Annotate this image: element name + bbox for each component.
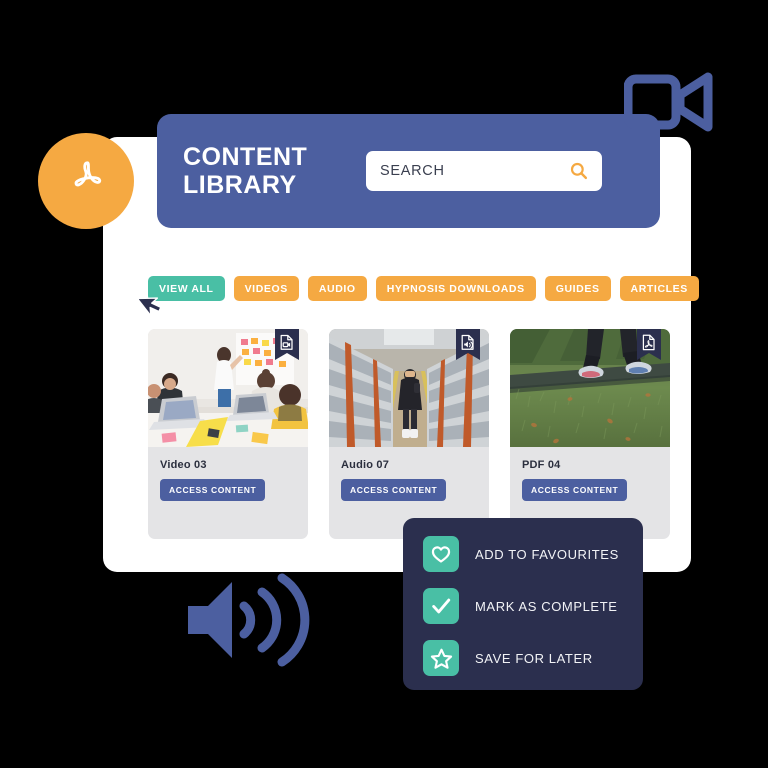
library-header: CONTENT LIBRARY: [157, 114, 660, 228]
search-input[interactable]: [380, 163, 560, 179]
adobe-pdf-icon: [38, 133, 134, 229]
content-actions-panel: ADD TO FAVOURITES MARK AS COMPLETE SAVE …: [403, 518, 643, 690]
filter-tab-label: GUIDES: [555, 282, 600, 295]
add-to-favourites-action[interactable]: ADD TO FAVOURITES: [423, 536, 643, 572]
card-title: Video 03: [160, 459, 207, 471]
save-for-later-action[interactable]: SAVE FOR LATER: [423, 640, 643, 676]
content-card-list: Video 03 ACCESS CONTENT Audio 07 ACCESS …: [148, 329, 670, 539]
star-icon: [423, 640, 459, 676]
check-icon: [423, 588, 459, 624]
card-title: PDF 04: [522, 459, 561, 471]
filter-tab-label: AUDIO: [318, 282, 356, 295]
mouse-cursor-icon: [136, 287, 165, 317]
action-label: ADD TO FAVOURITES: [475, 546, 619, 562]
access-content-button[interactable]: ACCESS CONTENT: [522, 479, 628, 501]
access-content-button[interactable]: ACCESS CONTENT: [341, 479, 447, 501]
filter-tab-audio[interactable]: AUDIO: [307, 276, 367, 301]
card-thumbnail: [510, 329, 670, 447]
action-label: MARK AS COMPLETE: [475, 598, 618, 614]
speaker-waves-icon: [182, 570, 327, 670]
card-title: Audio 07: [341, 459, 390, 471]
content-card[interactable]: Video 03 ACCESS CONTENT: [148, 329, 308, 539]
screenshot-stage: CONTENT LIBRARY VIEW ALL VIDEOS AUDIO HY…: [0, 0, 768, 768]
filter-tabs: VIEW ALL VIDEOS AUDIO HYPNOSIS DOWNLOADS…: [148, 276, 699, 301]
page-title: CONTENT LIBRARY: [183, 143, 308, 199]
action-label: SAVE FOR LATER: [475, 650, 593, 666]
audio-file-icon: [456, 329, 480, 360]
filter-tab-label: VIDEOS: [244, 282, 288, 295]
filter-tab-guides[interactable]: GUIDES: [544, 276, 611, 301]
mark-as-complete-action[interactable]: MARK AS COMPLETE: [423, 588, 643, 624]
filter-tab-articles[interactable]: ARTICLES: [619, 276, 699, 301]
filter-tab-hypnosis-downloads[interactable]: HYPNOSIS DOWNLOADS: [375, 276, 536, 301]
content-card[interactable]: PDF 04 ACCESS CONTENT: [510, 329, 670, 539]
filter-tab-label: ARTICLES: [630, 282, 688, 295]
content-card[interactable]: Audio 07 ACCESS CONTENT: [329, 329, 489, 539]
pdf-file-icon: [637, 329, 661, 360]
search-box[interactable]: [366, 151, 602, 191]
video-file-icon: [275, 329, 299, 360]
card-thumbnail: [329, 329, 489, 447]
search-icon[interactable]: [569, 161, 589, 181]
card-thumbnail: [148, 329, 308, 447]
filter-tab-label: HYPNOSIS DOWNLOADS: [386, 282, 525, 295]
filter-tab-videos[interactable]: VIDEOS: [233, 276, 299, 301]
video-camera-icon: [623, 67, 716, 139]
heart-icon: [423, 536, 459, 572]
filter-tab-label: VIEW ALL: [159, 282, 214, 295]
access-content-button[interactable]: ACCESS CONTENT: [160, 479, 266, 501]
